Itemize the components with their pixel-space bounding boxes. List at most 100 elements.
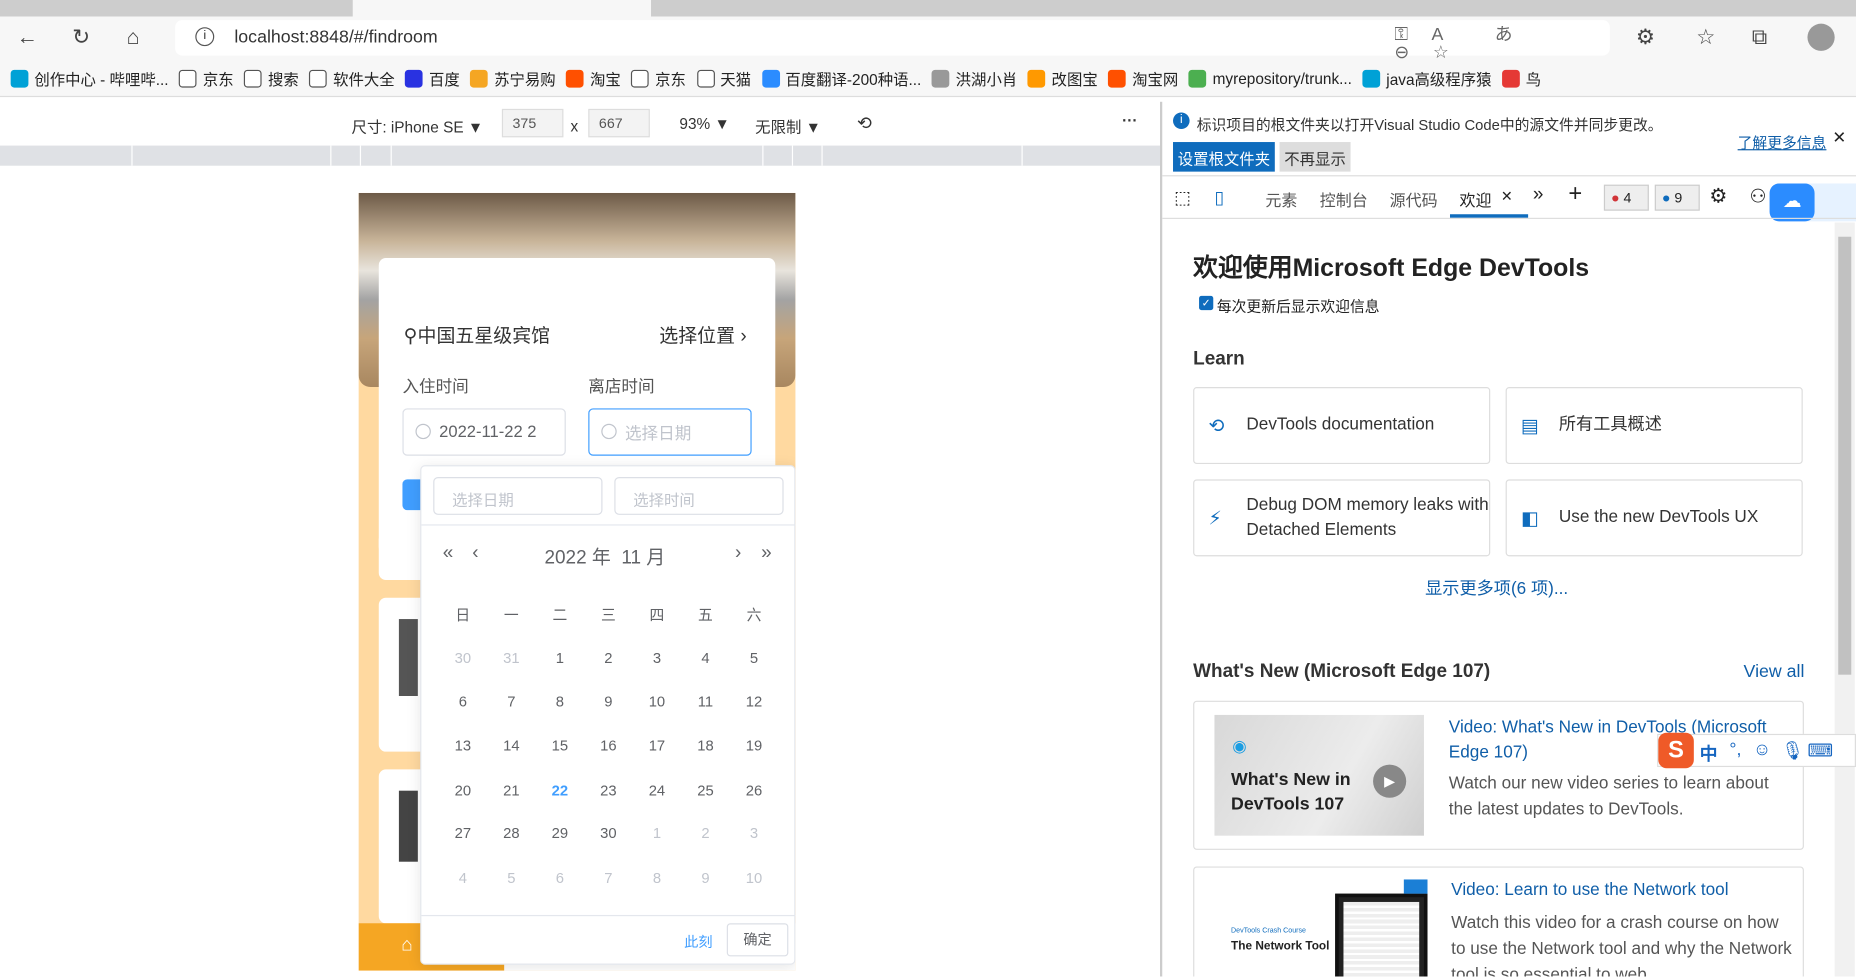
bookmark-item[interactable]: 洪湖小肖	[931, 67, 1017, 89]
calendar-day-other-month[interactable]: 5	[494, 870, 530, 887]
ime-language-toggle[interactable]: 中	[1700, 741, 1718, 766]
profile-avatar[interactable]	[1807, 23, 1835, 51]
tab-elements[interactable]: 元素	[1265, 187, 1297, 211]
calendar-day[interactable]: 7	[494, 694, 530, 711]
set-root-folder-button[interactable]: 设置根文件夹	[1173, 142, 1275, 172]
calendar-day[interactable]: 6	[445, 694, 481, 711]
zoom-dropdown[interactable]: 93% ▼	[679, 115, 729, 133]
tab-console[interactable]: 控制台	[1320, 187, 1368, 211]
bookmark-item[interactable]: 百度翻译-200种语...	[761, 67, 921, 89]
calendar-day[interactable]: 8	[542, 694, 578, 711]
close-infobar-icon[interactable]: ✕	[1832, 128, 1846, 148]
bookmark-item[interactable]: 天猫	[696, 67, 751, 89]
height-input[interactable]: 667	[588, 108, 650, 138]
calendar-day-other-month[interactable]: 30	[445, 650, 481, 667]
calendar-day[interactable]: 5	[736, 650, 772, 667]
calendar-day[interactable]: 15	[542, 737, 578, 754]
card-all-tools-overview[interactable]: ▤ 所有工具概述	[1505, 387, 1803, 464]
bookmark-item[interactable]: 苏宁易购	[470, 67, 556, 89]
calendar-day[interactable]: 26	[736, 782, 772, 799]
calendar-day[interactable]: 30	[591, 825, 627, 842]
scrollbar[interactable]	[1834, 222, 1855, 977]
browser-tab-active[interactable]	[352, 0, 652, 17]
calendar-day-other-month[interactable]: 1	[639, 825, 675, 842]
collections-icon[interactable]: ⧉	[1752, 26, 1767, 47]
show-more-link[interactable]: 显示更多项(6 项)...	[1425, 575, 1568, 600]
extensions-icon[interactable]: ⚙	[1636, 26, 1655, 47]
calendar-day[interactable]: 1	[542, 650, 578, 667]
bookmark-item[interactable]: 软件大全	[309, 67, 395, 89]
checkin-input[interactable]: 2022-11-22 2	[402, 408, 566, 456]
calendar-day[interactable]: 22	[542, 782, 578, 799]
emoji-icon[interactable]: ☺	[1753, 740, 1771, 760]
calendar-day[interactable]: 16	[591, 737, 627, 754]
bookmark-item[interactable]: 搜索	[244, 67, 299, 89]
calendar-day-other-month[interactable]: 7	[591, 870, 627, 887]
prev-year-button[interactable]: «	[443, 543, 454, 564]
card-new-devtools-ux[interactable]: ◧ Use the new DevTools UX	[1505, 479, 1803, 557]
calendar-day-other-month[interactable]: 9	[688, 870, 724, 887]
calendar-day[interactable]: 17	[639, 737, 675, 754]
sogou-logo-icon[interactable]: S	[1658, 732, 1694, 769]
favorites-icon[interactable]: ☆	[1696, 26, 1715, 47]
calendar-day[interactable]: 23	[591, 782, 627, 799]
show-welcome-checkbox[interactable]: ✓	[1199, 295, 1214, 311]
calendar-day[interactable]: 28	[494, 825, 530, 842]
calendar-day[interactable]: 3	[639, 650, 675, 667]
inspect-icon[interactable]: ⬚	[1174, 187, 1191, 208]
throttle-dropdown[interactable]: 无限制 ▼	[755, 115, 821, 137]
calendar-day-other-month[interactable]: 2	[688, 825, 724, 842]
rotate-icon[interactable]: ⟲	[857, 112, 872, 134]
bookmark-item[interactable]: myrepository/trunk...	[1188, 69, 1352, 88]
choose-location-link[interactable]: 选择位置 ›	[659, 320, 746, 348]
prev-month-button[interactable]: ‹	[472, 543, 478, 564]
calendar-day[interactable]: 27	[445, 825, 481, 842]
ime-punct-toggle[interactable]: °,	[1729, 740, 1741, 760]
device-size-dropdown[interactable]: 尺寸: iPhone SE ▼	[352, 115, 484, 137]
tab-welcome[interactable]: 欢迎	[1459, 187, 1491, 211]
view-all-link[interactable]: View all	[1744, 662, 1805, 682]
calendar-day[interactable]: 9	[591, 694, 627, 711]
calendar-day[interactable]: 21	[494, 782, 530, 799]
dont-show-button[interactable]: 不再显示	[1279, 142, 1351, 172]
picker-time-input[interactable]: 选择时间	[614, 477, 784, 515]
url-text[interactable]: localhost:8848/#/findroom	[234, 27, 437, 47]
home-icon[interactable]: ⌂	[127, 26, 140, 47]
calendar-day[interactable]: 11	[688, 694, 724, 711]
calendar-day[interactable]: 19	[736, 737, 772, 754]
bookmark-item[interactable]: 百度	[405, 67, 460, 89]
next-month-button[interactable]: ›	[735, 543, 741, 564]
feedback-icon[interactable]: ⚇	[1749, 185, 1766, 209]
bookmark-item[interactable]: 京东	[631, 67, 686, 89]
microphone-icon[interactable]: 🎙	[1781, 740, 1804, 761]
messages-badge[interactable]: ● 9	[1654, 184, 1700, 211]
confirm-button[interactable]: 确定	[726, 923, 789, 957]
calendar-day-other-month[interactable]: 4	[445, 870, 481, 887]
calendar-day-other-month[interactable]: 31	[494, 650, 530, 667]
calendar-day[interactable]: 20	[445, 782, 481, 799]
scrollbar-thumb[interactable]	[1838, 236, 1852, 675]
refresh-icon[interactable]: ↻	[72, 26, 90, 47]
video-card[interactable]: DevTools Crash Course The Network Tool V…	[1193, 866, 1804, 977]
calendar-day[interactable]: 24	[639, 782, 675, 799]
learn-more-link[interactable]: 了解更多信息	[1738, 130, 1827, 152]
settings-gear-icon[interactable]: ⚙	[1709, 185, 1727, 209]
calendar-day-other-month[interactable]: 10	[736, 870, 772, 887]
address-bar[interactable]: i localhost:8848/#/findroom ⚿A あ⊖☆	[175, 20, 1610, 62]
bookmark-item[interactable]: 淘宝网	[1108, 67, 1178, 89]
bookmark-item[interactable]: 改图宝	[1027, 67, 1098, 89]
next-year-button[interactable]: »	[761, 543, 772, 564]
calendar-day[interactable]: 18	[688, 737, 724, 754]
video-card[interactable]: ◉ What's New in DevTools 107 ▶ Video: Wh…	[1193, 700, 1804, 850]
calendar-day-other-month[interactable]: 8	[639, 870, 675, 887]
bookmark-item[interactable]: 京东	[179, 67, 234, 89]
calendar-day[interactable]: 12	[736, 694, 772, 711]
bookmark-item[interactable]: 淘宝	[566, 67, 621, 89]
width-input[interactable]: 375	[501, 108, 564, 138]
bookmark-item[interactable]: 创作中心 - 哔哩哔...	[10, 67, 169, 89]
calendar-day[interactable]: 2	[591, 650, 627, 667]
tab-sources[interactable]: 源代码	[1390, 187, 1438, 211]
keyboard-icon[interactable]: ⌨	[1807, 740, 1833, 761]
video-title-link[interactable]: Video: Learn to use the Network tool	[1451, 881, 1794, 900]
more-options-button[interactable]: ···	[1122, 111, 1137, 129]
